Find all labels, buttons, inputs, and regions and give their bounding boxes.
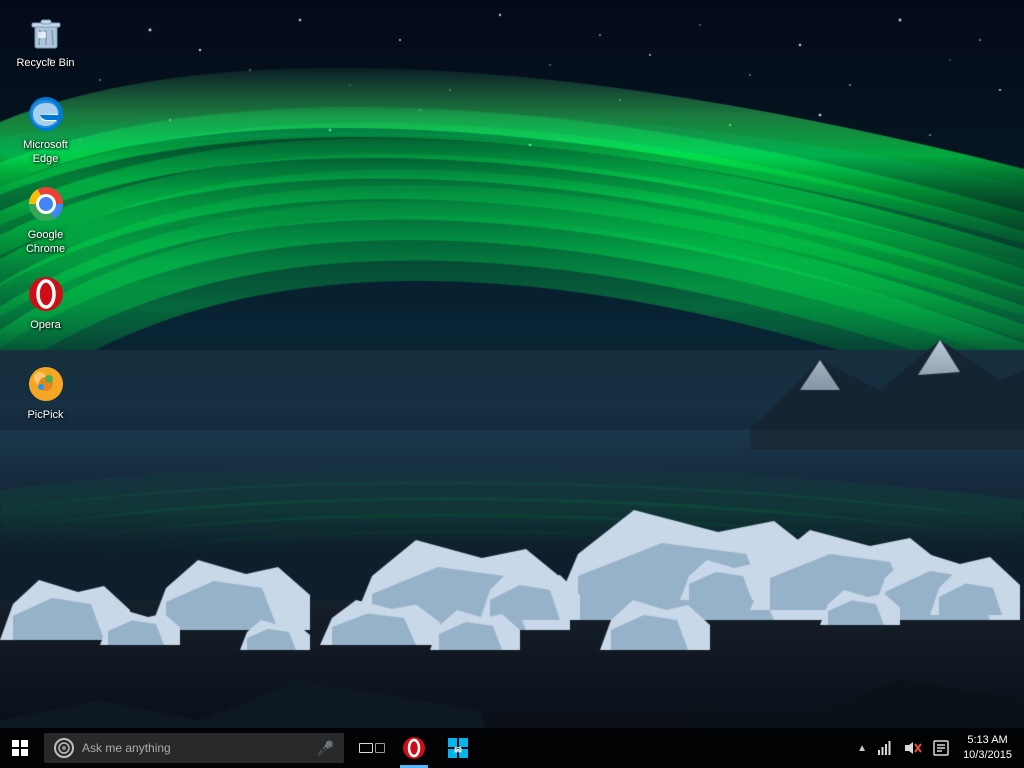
opera-taskbar-icon: [402, 736, 426, 760]
windows-logo-icon: [12, 740, 28, 756]
network-tray-icon[interactable]: [871, 728, 899, 768]
microsoft-edge-icon: [26, 94, 66, 134]
cortana-icon: [54, 738, 74, 758]
desktop: Recycle Bin Microsoft Edge: [0, 0, 1024, 768]
desktop-icon-google-chrome[interactable]: Google Chrome: [8, 180, 83, 261]
desktop-icon-microsoft-edge[interactable]: Microsoft Edge: [8, 90, 83, 171]
picpick-label: PicPick: [27, 408, 63, 422]
recycle-bin-icon: [26, 12, 66, 52]
opera-label: Opera: [30, 318, 61, 332]
microsoft-edge-label: Microsoft Edge: [12, 138, 79, 167]
show-hidden-icons-button[interactable]: ▲: [853, 728, 871, 768]
desktop-icon-recycle-bin[interactable]: Recycle Bin: [8, 8, 83, 74]
task-view-button[interactable]: [352, 728, 392, 768]
system-tray: ▲: [853, 728, 1024, 768]
microphone-icon: 🎤: [317, 740, 334, 757]
search-placeholder-text: Ask me anything: [82, 741, 317, 755]
recycle-bin-label: Recycle Bin: [16, 56, 74, 70]
task-view-icon: [359, 743, 385, 753]
action-center-icon[interactable]: [927, 728, 955, 768]
opera-icon: [26, 274, 66, 314]
system-clock[interactable]: 5:13 AM 10/3/2015: [955, 728, 1020, 768]
notification-icon: [933, 740, 949, 756]
taskbar-opera-pin[interactable]: [392, 728, 436, 768]
desktop-icon-opera[interactable]: Opera: [8, 270, 83, 336]
picpick-icon: [26, 364, 66, 404]
desktop-icon-picpick[interactable]: PicPick: [8, 360, 83, 426]
google-chrome-label: Google Chrome: [12, 228, 79, 257]
clock-date: 10/3/2015: [963, 748, 1012, 763]
google-chrome-icon: [26, 184, 66, 224]
taskbar-pinned-apps: ✉: [392, 728, 480, 768]
wallpaper: [0, 0, 1024, 768]
taskbar: Ask me anything 🎤: [0, 728, 1024, 768]
cortana-search-bar[interactable]: Ask me anything 🎤: [44, 733, 344, 763]
store-taskbar-icon: ✉: [446, 736, 470, 760]
taskbar-store-pin[interactable]: ✉: [436, 728, 480, 768]
start-button[interactable]: [0, 728, 40, 768]
network-icon: [877, 740, 893, 756]
volume-tray-icon[interactable]: [899, 728, 927, 768]
volume-muted-icon: [904, 740, 922, 756]
svg-text:✉: ✉: [454, 745, 462, 755]
clock-time: 5:13 AM: [967, 733, 1007, 748]
